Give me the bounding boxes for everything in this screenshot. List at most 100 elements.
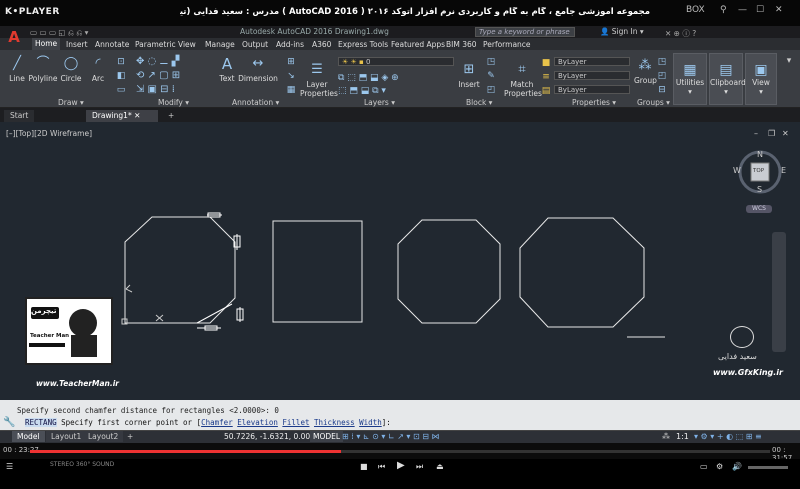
insert-tool[interactable]: ⊞ Insert [458, 62, 480, 89]
option-width[interactable]: Width [359, 418, 382, 427]
sign-in-button[interactable]: 👤 Sign In ▾ [600, 27, 644, 36]
option-thickness[interactable]: Thickness [314, 418, 355, 427]
tab-express-tools[interactable]: Express Tools [338, 40, 388, 49]
match-properties-tool[interactable]: ⌗ Match Properties [504, 62, 542, 98]
eject-icon[interactable]: ⏏ [436, 462, 444, 471]
drawing1-tab-label: Drawing1* [92, 111, 132, 120]
ribbon-overflow-icon[interactable]: ▾ [781, 56, 797, 66]
tab-home[interactable]: Home [32, 38, 61, 50]
tab-add-ins[interactable]: Add-ins [276, 40, 304, 49]
layer-properties-tool[interactable]: ☰ Layer Properties [300, 62, 338, 98]
pin-icon[interactable]: ⚲ [720, 5, 727, 15]
group-small-tools[interactable]: ◳ ◰ ⊟ [656, 55, 668, 97]
option-elevation[interactable]: Elevation [237, 418, 278, 427]
viewcube-north[interactable]: N [757, 150, 763, 159]
utilities-label: Utilities [675, 78, 705, 87]
modify-tools-grid[interactable]: ✥ ◌ ⚊ ▞ ⟲ ↗ ▢ ⊞ ⇲ ▣ ⊟ ⁞ [136, 55, 212, 97]
viewcube-south[interactable]: S [757, 185, 762, 194]
tab-view[interactable]: View [178, 40, 196, 49]
annotation-panel-label[interactable]: Annotation ▾ [232, 98, 279, 107]
tab-model[interactable]: Model [12, 431, 45, 442]
close-tab-icon[interactable]: ✕ [134, 111, 140, 120]
utilities-button[interactable]: ▦ Utilities ▾ [673, 53, 707, 105]
minimize-icon[interactable]: — [738, 5, 747, 15]
player-box-label[interactable]: BOX [686, 5, 705, 15]
tab-drawing1[interactable]: Drawing1* ✕ [86, 110, 158, 122]
tab-performance[interactable]: Performance [483, 40, 531, 49]
properties-panel-label[interactable]: Properties ▾ [572, 98, 616, 107]
drawing-geometry[interactable] [0, 122, 800, 400]
tab-parametric[interactable]: Parametric [135, 40, 176, 49]
layer-dropdown[interactable]: ☀ ☀ ▪ 0 [338, 57, 454, 66]
dimension-tool[interactable]: ↔ Dimension [238, 56, 278, 83]
tab-output[interactable]: Output [242, 40, 268, 49]
block-panel-label[interactable]: Block ▾ [466, 98, 492, 107]
line-tool[interactable]: ╱ Line [6, 56, 28, 83]
circle-tool[interactable]: ◯ Circle [60, 56, 82, 83]
tab-layout2[interactable]: Layout2 [83, 431, 124, 442]
tab-start[interactable]: Start [4, 110, 35, 122]
volume-icon[interactable]: 🔊 [732, 462, 742, 471]
add-layout-button[interactable]: + [122, 431, 138, 442]
gfxking-url: www.GfxKing.ir [713, 368, 783, 377]
subtitle-icon[interactable]: ▭ [700, 462, 708, 471]
autocad-app-menu-icon[interactable]: A [4, 27, 24, 47]
menu-icon[interactable]: ☰ [6, 462, 13, 471]
dimension-icon: ↔ [252, 56, 264, 71]
customize-icon[interactable]: 🔧 [3, 417, 15, 428]
view-button[interactable]: ▣ View ▾ [745, 53, 777, 105]
linetype-dropdown[interactable]: ByLayer [554, 71, 630, 80]
tab-layout1[interactable]: Layout1 [46, 431, 87, 442]
tab-annotate[interactable]: Annotate [95, 40, 129, 49]
quick-access-toolbar[interactable]: ▭ ▭ ▭ ◱ ⎌ ⎌ ▾ [30, 28, 88, 38]
arc-tool[interactable]: ◜ Arc [88, 56, 108, 83]
modify-panel-label[interactable]: Modify ▾ [158, 98, 189, 107]
play-icon[interactable]: ▶ [397, 460, 405, 471]
close-icon[interactable]: ✕ [775, 5, 783, 15]
layer-small-tools[interactable]: ⧉ ⬚ ⬒ ⬓ ◈ ⊕ ⬚ ⬒ ⬓ ⧉ ▾ [338, 72, 454, 98]
tab-insert[interactable]: Insert [66, 40, 88, 49]
maximize-icon[interactable]: ☐ [756, 5, 764, 15]
clipboard-icon: ▤ [719, 62, 733, 78]
model-space-button[interactable]: MODEL [310, 431, 344, 442]
viewcube-west[interactable]: W [733, 166, 741, 175]
annotation-small-tools[interactable]: ⊞ ↘ ▦ [282, 55, 300, 97]
search-input[interactable]: Type a keyword or phrase [475, 27, 575, 37]
layer-dropdown-value: 0 [365, 58, 371, 66]
volume-slider[interactable] [748, 466, 788, 469]
viewcube-east[interactable]: E [781, 166, 786, 175]
group-tool[interactable]: ⁂ Group [634, 58, 657, 85]
tab-manage[interactable]: Manage [205, 40, 235, 49]
wcs-menu[interactable]: WCS [746, 205, 772, 213]
lineweight-dropdown[interactable]: ByLayer [554, 85, 630, 94]
viewcube-top-face[interactable]: TOP [753, 168, 764, 174]
draw-panel-label[interactable]: Draw ▾ [58, 98, 84, 107]
clipboard-button[interactable]: ▤ Clipboard ▾ [709, 53, 746, 105]
next-icon[interactable]: ⏭ [416, 462, 423, 472]
previous-icon[interactable]: ⏮ [378, 462, 385, 472]
stop-icon[interactable]: ■ [360, 462, 368, 471]
option-fillet[interactable]: Fillet [282, 418, 309, 427]
draw-small-tools[interactable]: ⊡ ◧ ▭ [112, 55, 130, 97]
status-toggle-icons[interactable]: ⊞ ⁞ ▾ ⊾ ⊙ ▾ ∟ ↗ ▾ ⊡ ⊟ ⋈ [342, 432, 439, 441]
new-tab-button[interactable]: + [162, 110, 180, 122]
command-prompt[interactable]: RECTANG Specify first corner point or [C… [25, 418, 391, 427]
chamfered-rectangle-3 [397, 219, 501, 324]
tab-bim-360[interactable]: BIM 360 [446, 40, 477, 49]
settings-icon[interactable]: ⚙ [716, 462, 723, 471]
block-small-tools[interactable]: ◳ ✎ ◰ [484, 55, 498, 97]
teacherman-logo-label: تیچرمن [31, 307, 57, 315]
navigation-bar[interactable] [772, 232, 786, 352]
polyline-tool[interactable]: ⌒ Polyline [28, 56, 58, 83]
status-right-icons[interactable]: ▾ ⚙ ▾ + ◐ ⬚ ⊞ ≡ [694, 432, 762, 441]
layers-panel-label[interactable]: Layers ▾ [364, 98, 395, 107]
tab-a360[interactable]: A360 [312, 40, 331, 49]
option-chamfer[interactable]: Chamfer [201, 418, 233, 427]
tab-featured-apps[interactable]: Featured Apps [391, 40, 445, 49]
color-dropdown[interactable]: ByLayer [554, 57, 630, 66]
annotation-scale-icon[interactable]: ⁂ [662, 432, 670, 441]
command-prompt-end: ]: [381, 418, 391, 427]
annotation-scale[interactable]: 1:1 [676, 432, 689, 441]
text-tool[interactable]: A Text [216, 56, 238, 83]
groups-panel-label[interactable]: Groups ▾ [637, 98, 670, 107]
